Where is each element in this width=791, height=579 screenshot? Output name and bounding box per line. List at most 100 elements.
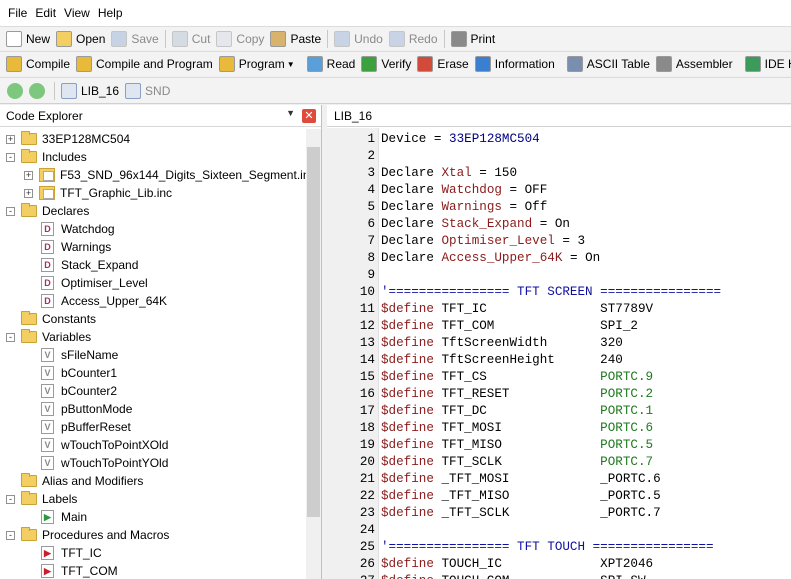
toolbar2-button-ascii-table[interactable]: ASCII Table bbox=[564, 53, 653, 75]
tree-folder[interactable]: - Includes bbox=[6, 148, 87, 166]
button-label: ASCII Table bbox=[586, 57, 650, 71]
build-toolbar: Compile Compile and Program Program ▼ Read Ve… bbox=[0, 51, 791, 76]
collapse-icon[interactable]: - bbox=[6, 206, 15, 216]
toolbar1-button-cut[interactable]: Cut bbox=[169, 28, 214, 50]
editor-tab[interactable]: LIB_16 bbox=[327, 105, 791, 127]
button-label: Compile bbox=[26, 57, 71, 71]
procedure-icon: ▶ bbox=[41, 564, 54, 578]
tree-folder[interactable]: - Procedures and Macros bbox=[6, 526, 169, 544]
toolbar2-button-verify[interactable]: Verify bbox=[358, 53, 414, 75]
menu-help[interactable]: Help bbox=[94, 6, 127, 20]
code-line: 19 $define TFT_MISO PORTC.5 bbox=[327, 437, 791, 454]
code-token: '================ TFT TOUCH ============… bbox=[381, 540, 714, 554]
tree-item[interactable]: VbCounter1 bbox=[24, 364, 117, 382]
toolbar2-button-read[interactable]: Read bbox=[304, 53, 359, 75]
tree-folder[interactable]: Alias and Modifiers bbox=[6, 472, 143, 490]
folder-icon bbox=[21, 491, 37, 505]
procedure-icon: ▶ bbox=[41, 546, 54, 560]
collapse-icon[interactable]: - bbox=[6, 332, 15, 342]
code-text: Declare Access_Upper_64K = On bbox=[381, 250, 600, 267]
expand-icon[interactable]: + bbox=[6, 134, 15, 144]
tree-item[interactable]: D Access_Upper_64K bbox=[24, 292, 167, 310]
collapse-icon[interactable]: - bbox=[6, 494, 15, 504]
tree-item[interactable]: D Stack_Expand bbox=[24, 256, 138, 274]
tree-folder[interactable]: - Variables bbox=[6, 328, 91, 346]
code-token: PORTC.5 bbox=[600, 438, 654, 452]
code-token: Stack_Expand bbox=[441, 217, 533, 231]
tree-item[interactable]: VbCounter2 bbox=[24, 382, 117, 400]
menu-edit[interactable]: Edit bbox=[31, 6, 60, 20]
expand-icon[interactable]: + bbox=[24, 188, 33, 198]
tree-item[interactable]: ▶ TFT_COM bbox=[24, 562, 118, 579]
file-tab-lib_16[interactable]: LIB_16 bbox=[58, 80, 122, 102]
button-label: Information bbox=[494, 57, 555, 71]
tree-label: Watchdog bbox=[61, 222, 115, 236]
tree-include-file[interactable]: + F53_SND_96x144_Digits_Sixteen_Segment.i… bbox=[24, 166, 306, 184]
toolbar2-button-compile-and-program[interactable]: Compile and Program bbox=[73, 53, 216, 75]
collapse-icon[interactable]: - bbox=[6, 152, 15, 162]
code-editor: LIB_16 1 Device = 33EP128MC504 2 3 Declare X… bbox=[327, 105, 791, 579]
tree-item[interactable]: ▶ Main bbox=[24, 508, 87, 526]
code-line: 10 '================ TFT SCREEN =========… bbox=[327, 284, 791, 301]
folder-icon bbox=[21, 203, 37, 217]
toolbar1-button-open[interactable]: Open bbox=[53, 28, 108, 50]
code-line: 24 bbox=[327, 522, 791, 539]
close-icon[interactable]: ✕ bbox=[302, 109, 316, 123]
tree-item[interactable]: ▶ TFT_IC bbox=[24, 544, 102, 562]
code-line: 7 Declare Optimiser_Level = 3 bbox=[327, 233, 791, 250]
code-token: = 150 bbox=[471, 166, 518, 180]
code-explorer-panel: Code Explorer ▼ ✕ +33EP128MC504 - Includes… bbox=[0, 105, 322, 579]
tree-item[interactable]: D Watchdog bbox=[24, 220, 115, 238]
toolbar1-button-new[interactable]: New bbox=[3, 28, 53, 50]
toolbar2-button-ide-hex-view[interactable]: IDE HEX View bbox=[742, 53, 791, 75]
variable-icon: V bbox=[41, 348, 54, 362]
toolbar1-button-redo[interactable]: Redo bbox=[386, 28, 441, 50]
dropdown-arrow-icon[interactable]: ▼ bbox=[286, 108, 295, 118]
back-icon[interactable] bbox=[7, 82, 23, 99]
compile-program-icon bbox=[76, 56, 93, 72]
toolbar1-button-undo[interactable]: Undo bbox=[331, 28, 386, 50]
tree-include-file[interactable]: + TFT_Graphic_Lib.inc bbox=[24, 184, 172, 202]
save-icon bbox=[111, 30, 128, 47]
tree-folder[interactable]: +33EP128MC504 bbox=[6, 130, 130, 148]
tree-folder[interactable]: - Labels bbox=[6, 490, 77, 508]
line-number: 19 bbox=[359, 438, 375, 452]
chevron-down-icon[interactable]: ▼ bbox=[287, 60, 295, 69]
file-tab-snd[interactable]: SND bbox=[122, 80, 173, 102]
explorer-scrollbar[interactable] bbox=[306, 129, 321, 579]
toolbar1-button-save[interactable]: Save bbox=[108, 28, 161, 50]
scrollbar-thumb[interactable] bbox=[307, 147, 320, 517]
tree-item[interactable]: D Optimiser_Level bbox=[24, 274, 148, 292]
toolbar2-button-information[interactable]: Information bbox=[472, 53, 558, 75]
toolbar1-button-paste[interactable]: Paste bbox=[267, 28, 324, 50]
menu-view[interactable]: View bbox=[60, 6, 94, 20]
tree-item[interactable]: VpButtonMode bbox=[24, 400, 132, 418]
code-token: 33EP128MC504 bbox=[449, 132, 540, 146]
menu-file[interactable]: File bbox=[4, 6, 31, 20]
toolbar2-button-assembler[interactable]: Assembler bbox=[653, 53, 736, 75]
toolbar1-button-print[interactable]: Print bbox=[448, 28, 499, 50]
toolbar2-button-compile[interactable]: Compile bbox=[3, 53, 73, 75]
toolbar2-button-erase[interactable]: Erase bbox=[414, 53, 471, 75]
code-line: 4 Declare Watchdog = OFF bbox=[327, 182, 791, 199]
code-line: 23 $define _TFT_SCLK _PORTC.7 bbox=[327, 505, 791, 522]
tree-item[interactable]: VsFileName bbox=[24, 346, 118, 364]
tree-item[interactable]: VwTouchToPointYOld bbox=[24, 454, 168, 472]
collapse-icon[interactable]: - bbox=[6, 530, 15, 540]
tree-folder[interactable]: - Declares bbox=[6, 202, 89, 220]
expand-icon[interactable]: + bbox=[24, 170, 33, 180]
toolbar1-button-copy[interactable]: Copy bbox=[213, 28, 267, 50]
tree-item[interactable]: VwTouchToPointXOld bbox=[24, 436, 168, 454]
code-text: Declare Stack_Expand = On bbox=[381, 216, 570, 233]
code-token: Optimiser_Level bbox=[441, 234, 555, 248]
forward-icon[interactable] bbox=[29, 82, 45, 99]
tree-item[interactable]: D Warnings bbox=[24, 238, 111, 256]
code-area[interactable]: 1 Device = 33EP128MC504 2 3 Declare Xtal = 1… bbox=[327, 128, 791, 579]
tree-item[interactable]: VpBufferReset bbox=[24, 418, 131, 436]
code-token: _TFT_MISO _PORTC.5 bbox=[433, 489, 661, 503]
code-token: TFT_DC bbox=[433, 404, 601, 418]
toolbar2-button-program[interactable]: Program ▼ bbox=[216, 53, 298, 75]
line-number: 24 bbox=[359, 523, 375, 537]
code-text: $define TftScreenHeight 240 bbox=[381, 352, 623, 369]
tree-folder[interactable]: Constants bbox=[6, 310, 96, 328]
